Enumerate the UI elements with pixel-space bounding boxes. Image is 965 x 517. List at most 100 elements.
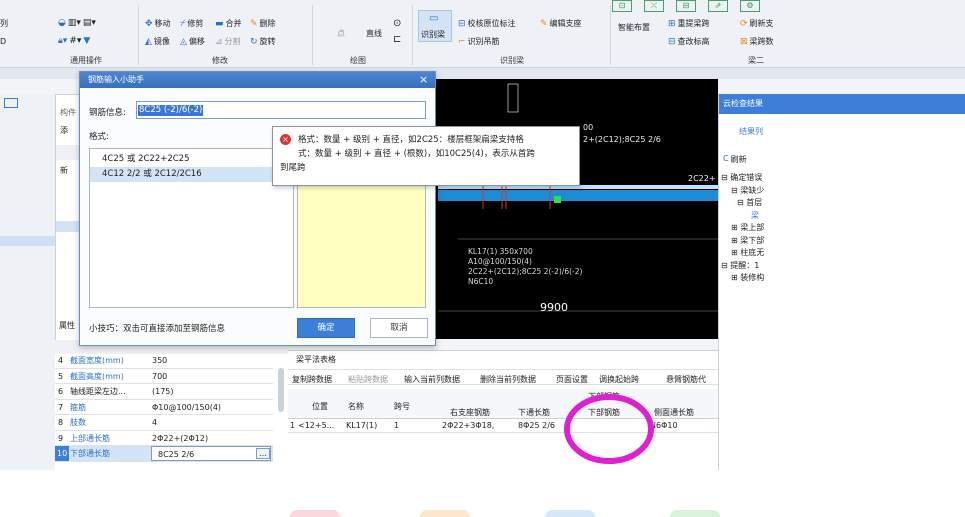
layer-tools[interactable]: ◒ ▥▾ ▤▾: [58, 18, 96, 28]
property-row[interactable]: 8 肢数 4: [55, 415, 273, 431]
ribbon-divider: [312, 5, 313, 65]
edit-icon: ✎: [540, 19, 548, 29]
refresh-support-button[interactable]: ⟳ 刷新支: [740, 18, 774, 30]
scrollbar[interactable]: [278, 368, 284, 412]
rebar-info-input[interactable]: 8C25 (-2)/6(-2): [136, 101, 426, 119]
hash-icon: #▾: [69, 36, 82, 46]
trim-button[interactable]: ⌿ 修剪: [180, 18, 203, 30]
format-option-selected[interactable]: 4C12 2/2 或 2C12/2C16: [90, 167, 293, 182]
group-modify: 修改: [212, 56, 228, 65]
tree-node[interactable]: ⊞ 柱底无: [721, 247, 764, 260]
nav-selected[interactable]: [0, 236, 55, 246]
refresh-label: 刷新: [730, 155, 747, 164]
tree-node[interactable]: ⊟ 首层: [721, 197, 764, 210]
copy-span-button[interactable]: 复制跨数据: [292, 374, 332, 385]
group-general-ops: 通用操作: [70, 56, 102, 65]
offset-button[interactable]: ◬ 偏移: [180, 36, 205, 48]
ribbon-divider: [138, 5, 139, 65]
tree-node[interactable]: ⊞ 装修构: [721, 272, 764, 285]
delete-button[interactable]: ✎ 删除: [250, 18, 276, 30]
beam-icon: ▭: [429, 13, 439, 24]
nav-icon[interactable]: [4, 98, 18, 108]
rotate-icon: ↻: [250, 37, 258, 47]
tree-node[interactable]: ⊟ 梁缺少: [721, 185, 764, 198]
check-icon: ⊟: [458, 19, 466, 29]
line-button[interactable]: 直线: [366, 28, 382, 40]
tree-node[interactable]: 梁: [721, 210, 764, 223]
beam-label-1: KL17(1) 350x700: [468, 247, 533, 256]
tooltip-line: 到尾跨: [280, 163, 306, 173]
reextract-span-label: 重提梁跨: [677, 19, 710, 28]
tree-node[interactable]: ⊞ 梁上部: [721, 222, 764, 235]
split-button[interactable]: ⊿ 分割: [215, 36, 241, 48]
property-value-input[interactable]: 8C25 2/6: [151, 446, 271, 461]
merge-button[interactable]: ▬ 合并: [215, 18, 242, 30]
group-identify-beam: 识别梁: [500, 56, 524, 65]
swap-span-button[interactable]: 调换起始跨: [599, 374, 639, 385]
check-tree: ⊟ 确定错误 ⊟ 梁缺少 ⊟ 首层 梁 ⊞ 梁上部 ⊞ 梁下部 ⊞ 柱底无 ⊟ …: [721, 172, 764, 285]
rect-icon[interactable]: ⊏: [393, 34, 401, 45]
beam-annotation: KL17(1) 350x700 A10@100/150(4) 2C22+(2C1…: [468, 247, 582, 287]
tree-node[interactable]: ⊞ 梁下部: [721, 235, 764, 248]
mirror-button[interactable]: ◭ 镜像: [145, 36, 170, 48]
property-row[interactable]: 5 截面高度(mm) 700: [55, 369, 273, 384]
property-row[interactable]: 6 轴线距梁左边... (175): [55, 384, 273, 400]
rotate-label: 旋转: [259, 37, 276, 46]
eraser-icon: ✎: [250, 19, 258, 29]
rebar-info-value: 8C25 (-2)/6(-2): [138, 105, 204, 116]
property-row-selected[interactable]: 10 下部通长筋 8C25 2/6: [55, 446, 273, 462]
property-row[interactable]: 7 箍筋 Φ10@100/150(4): [55, 400, 273, 415]
top-icon-4[interactable]: ⇗: [708, 0, 728, 12]
top-icon-1[interactable]: ⊡: [612, 0, 632, 12]
beam-outline: [438, 190, 718, 201]
identify-beam-button[interactable]: ▭ 识别梁: [418, 10, 452, 42]
decor-shape: [670, 510, 720, 517]
format-option[interactable]: 4C25 或 2C22+2C25: [90, 152, 293, 167]
top-icon-3[interactable]: ⊟: [676, 0, 696, 12]
ok-button[interactable]: 确定: [297, 318, 355, 338]
ribbon-col1-row1[interactable]: 列: [0, 18, 8, 30]
view-elevation-button[interactable]: ⊟ 查改标高: [668, 36, 710, 48]
page-setup-button[interactable]: 页面设置: [556, 374, 588, 385]
property-row[interactable]: 4 截面宽度(mm) 350: [55, 353, 273, 369]
tooltip-line: 式：数量 + 级别 + 直径 + (根数)，如10C25(4)，表示从首跨: [298, 149, 535, 159]
delete-column-button[interactable]: 删除当前列数据: [480, 374, 536, 385]
rotate-button[interactable]: ↻ 旋转: [250, 36, 276, 48]
settings-icon[interactable]: ⚙: [740, 0, 760, 12]
beam-span-data-label: 梁跨数: [749, 37, 774, 46]
add-component[interactable]: 添: [60, 125, 68, 136]
beam-label-4: N6C10: [468, 277, 494, 286]
split-icon: ⊿: [215, 37, 223, 47]
check-origin-button[interactable]: ⊟ 校核原位标注: [458, 18, 516, 30]
cancel-button[interactable]: 取消: [370, 318, 428, 338]
reextract-span-button[interactable]: ⊞ 重提梁跨: [668, 18, 710, 30]
move-button[interactable]: ✥ 移动: [145, 18, 171, 30]
dialog-close-icon[interactable]: ×: [419, 73, 428, 87]
point-button[interactable]: 点: [337, 28, 345, 40]
lock-tools[interactable]: 🔒︎▾ #▾ ▼: [58, 36, 90, 46]
elevation-icon: ⊟: [668, 37, 676, 47]
delete-label: 删除: [259, 19, 276, 28]
property-row[interactable]: 9 上部通长筋 2Φ22+(2Φ12): [55, 431, 273, 446]
arc-icon[interactable]: ⊙: [393, 18, 401, 29]
top-icon-2[interactable]: ⤫: [644, 0, 664, 12]
tree-node[interactable]: ⊟ 提醒：1: [721, 260, 764, 273]
tree-node[interactable]: ⊟ 确定错误: [721, 172, 764, 185]
ribbon-col1-row2[interactable]: D: [0, 36, 6, 48]
input-column-button[interactable]: 输入当前列数据: [404, 374, 460, 385]
paste-span-button[interactable]: 粘贴跨数据: [348, 374, 388, 385]
identify-stirrup-label: 识别吊筋: [467, 37, 500, 46]
col-header: 侧面通长筋: [654, 408, 694, 417]
ellipsis-button[interactable]: …: [256, 448, 270, 459]
beam-span-data-button[interactable]: ⊠ 梁跨数: [740, 36, 774, 48]
result-list-tab[interactable]: 结果列: [739, 126, 763, 137]
refresh-button[interactable]: C 刷新: [723, 154, 747, 165]
identify-stirrup-button[interactable]: ⌐ 识别吊筋: [458, 36, 500, 48]
trim-icon: ⌿: [180, 19, 186, 29]
tree-item[interactable]: 新: [60, 165, 68, 176]
data-icon: ⊠: [740, 37, 748, 47]
cantilever-button[interactable]: 悬臂钢筋代: [666, 374, 716, 385]
edit-support-button[interactable]: ✎ 编辑支座: [540, 18, 582, 30]
smart-layout-button[interactable]: 智能布置: [618, 22, 650, 33]
group-draw: 绘图: [350, 56, 366, 65]
